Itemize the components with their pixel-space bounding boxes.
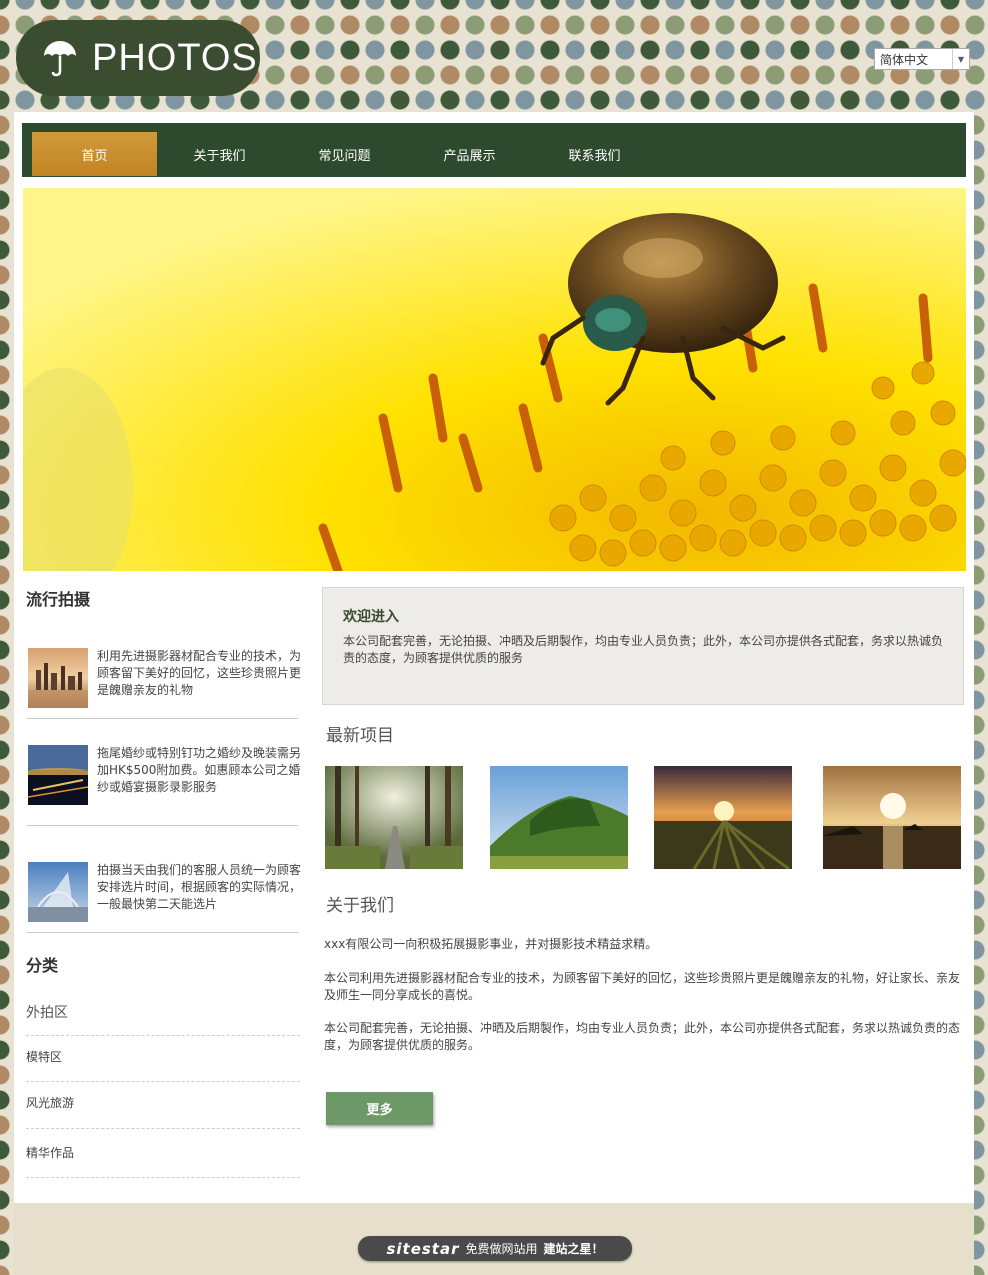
umbrella-icon [44,41,76,77]
about-paragraph: 本公司配套完善，无论拍摄、冲晒及后期製作，均由专业人员负责；此外，本公司亦提供各… [324,1021,961,1052]
main-nav: 首页 关于我们 常见问题 产品展示 联系我们 [22,123,966,177]
about-paragraph: 本公司利用先进摄影器材配合专业的技术，为顾客留下美好的回忆，这些珍贵照片更是餽赠… [324,971,961,1002]
popular-item-text: 拍摄当天由我们的客服人员统一为顾客安排选片时间，根据顾客的实际情况，一般最快第二… [97,863,302,911]
sitestar-badge[interactable]: sitestar 免费做网站用 建站之星！ [358,1236,632,1261]
category-item-model[interactable]: 模特区 [26,1048,298,1065]
site-logo[interactable]: PHOTOS [16,20,260,96]
nav-item-about[interactable]: 关于我们 [157,132,282,176]
nav-item-home[interactable]: 首页 [32,132,157,176]
badge-slogan-bold: 建站之星！ [543,1242,604,1256]
popular-item-text: 拖尾婚纱或特别钉功之婚纱及晚装需另加HK$500附加费。如惠顾本公司之婚纱或婚宴… [97,746,302,794]
category-title: 分类 [26,956,59,975]
chevron-down-icon[interactable]: ▼ [952,49,969,69]
nav-item-contact[interactable]: 联系我们 [532,132,657,176]
logo-text: PHOTOS [92,36,258,79]
sail-bridge-thumbnail[interactable] [28,862,88,922]
popular-item-text: 利用先进摄影器材配合专业的技术，为顾客留下美好的回忆，这些珍贵照片更是餽赠亲友的… [97,649,302,697]
category-item-travel[interactable]: 风光旅游 [26,1094,298,1111]
welcome-box: 欢迎进入 本公司配套完善，无论拍摄、冲晒及后期製作，均由专业人员负责；此外，本公… [322,587,964,705]
about-title: 关于我们 [326,896,394,916]
language-select[interactable]: 简体中文 ▼ [874,48,970,70]
divider [26,932,298,933]
category-item-outdoor[interactable]: 外拍区 [26,1002,298,1022]
project-thumbnail-vineyard-sunset[interactable] [654,766,792,869]
project-thumbnail-sea-sunset[interactable] [823,766,961,869]
divider [26,1177,300,1178]
city-skyline-thumbnail[interactable] [28,648,88,708]
divider [26,1035,300,1036]
divider [26,1128,300,1129]
divider [26,718,298,719]
divider [26,825,298,826]
popular-title: 流行拍摄 [26,590,91,609]
night-city-thumbnail[interactable] [28,745,88,805]
welcome-text: 本公司配套完善，无论拍摄、冲晒及后期製作，均由专业人员负责；此外，本公司亦提供各… [343,634,944,665]
latest-projects-title: 最新项目 [326,726,394,746]
about-paragraph: xxx有限公司一向积极拓展摄影事业，并对摄影技术精益求精。 [324,937,658,951]
badge-brand: sitestar [386,1239,460,1258]
badge-slogan: 免费做网站用 [465,1242,538,1256]
category-item-featured[interactable]: 精华作品 [26,1144,298,1161]
footer: sitestar 免费做网站用 建站之星！ [14,1203,974,1275]
welcome-title: 欢迎进入 [343,609,399,625]
project-thumbnail-green-hill[interactable] [490,766,628,869]
nav-item-faq[interactable]: 常见问题 [282,132,407,176]
language-value: 简体中文 [880,52,929,67]
page-container: 首页 关于我们 常见问题 产品展示 联系我们 流行拍摄 利用先进摄影器材配合专业… [14,112,974,1275]
hero-banner [23,188,966,571]
nav-item-products[interactable]: 产品展示 [407,132,532,176]
divider [26,1081,300,1082]
hero-image [23,188,966,571]
project-thumbnail-forest-road[interactable] [325,766,463,869]
more-button[interactable]: 更多 [326,1092,433,1125]
